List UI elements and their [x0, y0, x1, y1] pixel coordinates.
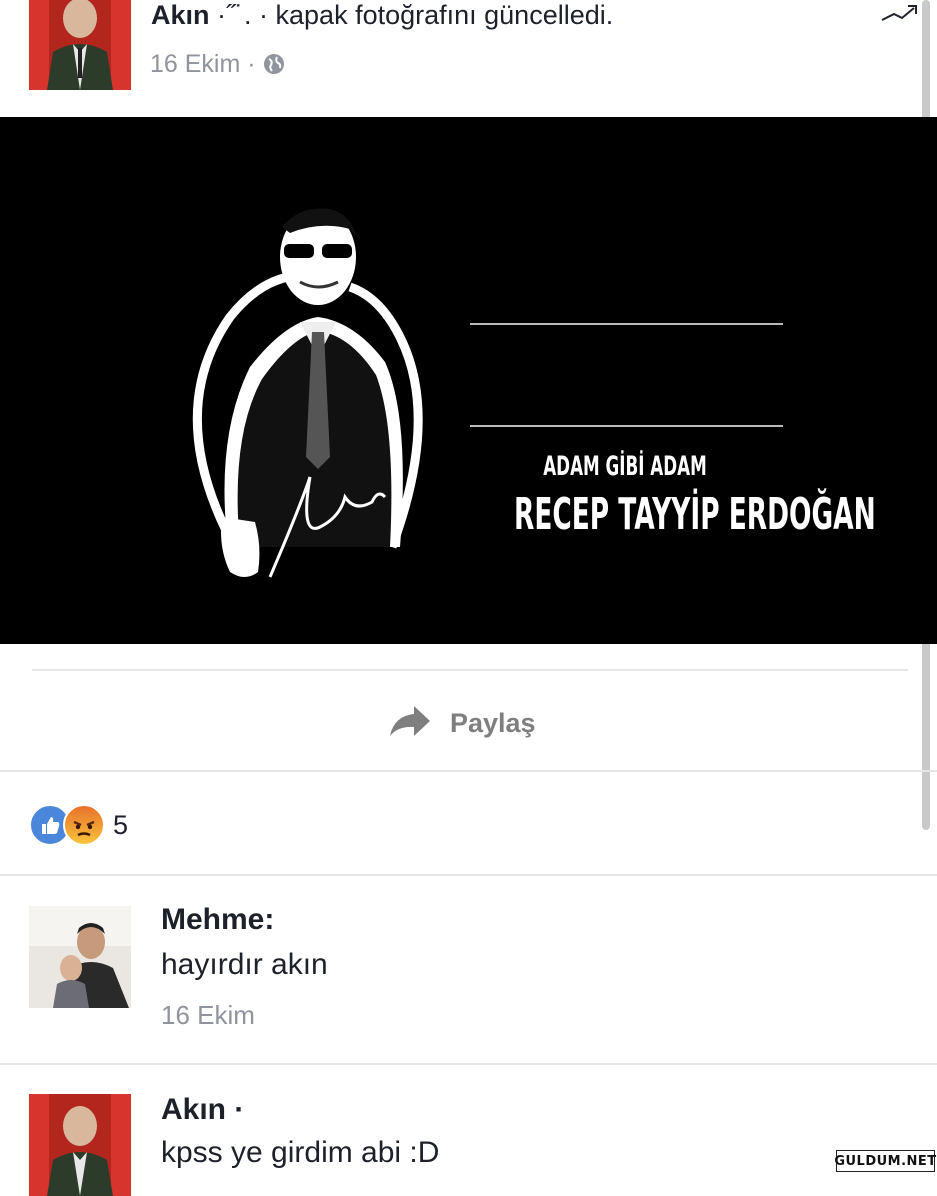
- share-button[interactable]: Paylaş: [388, 700, 536, 746]
- meta-separator: ·: [247, 50, 256, 78]
- comment-author-name[interactable]: Mehme:: [161, 903, 274, 937]
- comment-text: kpss ye girdim abi :D: [161, 1136, 440, 1169]
- share-divider: [0, 770, 937, 772]
- globe-icon: [263, 53, 285, 75]
- cover-portrait-illustration: [192, 208, 423, 578]
- reaction-count: 5: [113, 809, 129, 840]
- cover-bottom-rule: [470, 425, 783, 427]
- cover-photo[interactable]: ADAM GİBİ ADAM RECEP TAYYİP ERDOĞAN: [0, 117, 937, 644]
- post-author-name[interactable]: Akın: [151, 0, 210, 30]
- post-timestamp[interactable]: 16 Ekim: [150, 50, 240, 78]
- actions-divider: [32, 669, 908, 671]
- reactions-divider: [0, 874, 937, 876]
- comment-text: hayırdır akın: [161, 948, 328, 981]
- comment-author-name[interactable]: Akın ·: [161, 1093, 244, 1127]
- cover-headline-large: RECEP TAYYİP ERDOĞAN: [514, 489, 876, 540]
- reactions-summary[interactable]: 5: [29, 804, 128, 846]
- post-author-avatar[interactable]: [29, 0, 131, 90]
- cover-top-rule: [470, 323, 783, 325]
- comment-avatar[interactable]: [29, 1094, 131, 1196]
- post-action-text: kapak fotoğrafını güncelledi.: [275, 0, 614, 30]
- post-author-censored: ·˝˙. ·: [217, 0, 268, 30]
- share-label: Paylaş: [450, 707, 536, 738]
- watermark-logo: GULDUM.NET: [834, 1150, 936, 1172]
- post-meta: 16 Ekim ·: [150, 50, 285, 79]
- post-header-text: Akın ·˝˙. · kapak fotoğrafını güncelledi…: [151, 0, 613, 31]
- share-arrow-icon: [388, 704, 432, 743]
- comment-timestamp[interactable]: 16 Ekim: [161, 1000, 255, 1031]
- comment-avatar[interactable]: [29, 906, 131, 1008]
- cover-headline-small: ADAM GİBİ ADAM: [543, 451, 707, 482]
- comment-divider: [0, 1063, 937, 1065]
- angry-icon: [63, 804, 105, 846]
- post-options-icon[interactable]: [878, 0, 920, 26]
